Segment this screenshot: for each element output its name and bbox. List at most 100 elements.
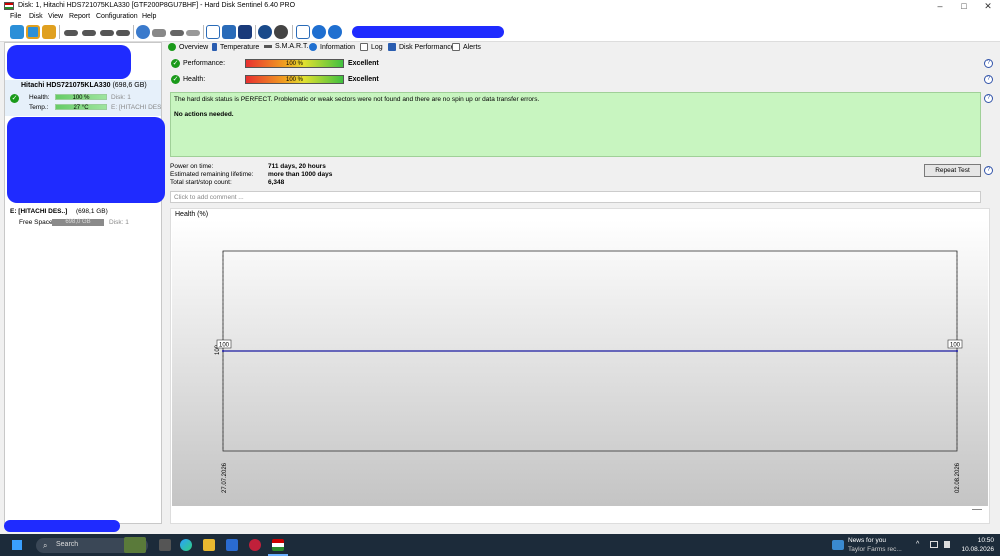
disk-search-icon[interactable] [116,30,130,36]
help-icon[interactable]: ? [984,94,993,103]
x-tick-start: 27.07.2026 [222,462,228,493]
menu-file[interactable]: File [10,13,21,20]
tray-chevron-icon[interactable]: ^ [916,541,919,548]
free-space-value: 698,0 GB [65,219,91,225]
menu-disk[interactable]: Disk [29,13,43,20]
start-value-box: 100 [216,339,232,349]
horizontal-scrollbar[interactable] [166,524,996,532]
globe-icon[interactable] [136,25,150,39]
chart-icon [388,43,396,51]
ok-check-icon: ✓ [171,75,180,84]
help-icon[interactable] [312,25,326,39]
volume-item[interactable]: E: [HITACHI DES..] (698,1 GB) Free Space… [5,207,161,229]
task-view-icon[interactable] [159,539,171,551]
temp-bar: 27 °C [55,104,107,111]
action-text: No actions needed. [174,111,234,118]
news-image-icon[interactable] [124,537,146,553]
clock-date[interactable]: 10.08.2026 [958,546,994,553]
disk-repair-icon[interactable] [100,30,114,36]
send-report-icon[interactable] [238,25,252,39]
drive-icon[interactable] [170,30,184,36]
power-on-label: Power on time: [170,163,214,170]
alert-icon [452,43,460,51]
opera-icon[interactable] [249,539,261,551]
store-icon[interactable] [226,539,238,551]
health-point-0 [222,350,224,352]
chart-title: Health (%) [175,211,209,218]
redacted-area [7,117,165,203]
close-button[interactable]: ✕ [976,0,1000,12]
volume-size: (698,1 GB) [76,208,108,215]
edge-browser-icon[interactable] [180,539,192,551]
taskbar: ⌕ Search News for you Taylor Farms rec..… [0,534,1000,556]
menu-configuration[interactable]: Configuration [96,13,138,20]
tab-temperature[interactable]: Temperature [212,43,259,51]
chart-resize-handle[interactable] [972,509,982,510]
menu-view[interactable]: View [48,13,63,20]
tab-smart[interactable]: S.M.A.R.T. [264,43,308,50]
health-value: 100 % [72,95,90,101]
tab-log[interactable]: Log [360,43,383,51]
display-icon[interactable] [930,541,938,548]
help-icon[interactable]: ? [984,59,993,68]
hard-disk-sentinel-icon[interactable] [272,539,284,551]
refresh-icon[interactable] [10,25,24,39]
options-icon[interactable] [274,25,288,39]
comment-placeholder: Click to add comment ... [174,194,244,201]
windows-start-icon[interactable] [12,540,22,550]
chart-area: 100 100 100 27.07.2026 02.08.2026 [172,220,988,506]
settings-icon[interactable] [42,25,56,39]
file-explorer-icon[interactable] [203,539,215,551]
weather-widget-icon[interactable] [832,540,844,550]
gear-icon[interactable] [258,25,272,39]
tab-overview[interactable]: Overview [168,43,208,51]
health-bar: 100 % [55,94,107,101]
hardware-icon[interactable] [186,30,200,36]
clock-time[interactable]: 10:50 [958,537,994,544]
menu-help[interactable]: Help [142,13,156,20]
info-icon [309,43,317,51]
help-icon[interactable]: ? [984,75,993,84]
redacted-area [7,45,131,79]
refresh-all-icon[interactable] [26,25,40,39]
startstop-label: Total start/stop count: [170,179,232,186]
search-icon: ⌕ [43,541,48,550]
health-chart: 100 100 100 27.07.2026 02.08.2026 [215,250,963,493]
performance-bar: 100 % [245,59,344,68]
toolbar [0,22,1000,42]
news-title[interactable]: News for you [848,537,886,544]
screenshot-icon[interactable] [296,25,310,39]
tab-information[interactable]: Information [309,43,355,51]
repeat-test-button[interactable]: Repeat Test [924,164,981,177]
disk-test-icon[interactable] [82,30,96,36]
start-value-label: 100 [219,343,230,349]
volume-icon[interactable] [944,541,950,548]
tab-alerts[interactable]: Alerts [452,43,481,51]
document-icon [360,43,368,51]
health-label: Health: [183,76,206,83]
lifetime-value: more than 1000 days [268,171,333,178]
report-icon[interactable] [206,25,220,39]
disk-icon[interactable] [64,30,78,36]
health-rating: Excellent [348,76,379,83]
volume-name: E: [HITACHI DES..] [10,208,68,215]
news-subtitle[interactable]: Taylor Farms rec... [848,546,902,553]
health-bar: 100 % [245,75,344,84]
info-icon[interactable] [328,25,342,39]
performance-rating: Excellent [348,60,379,67]
redacted-area [352,26,504,38]
mail-icon[interactable] [222,25,236,39]
menu-report[interactable]: Report [69,13,90,20]
performance-label: Performance: [183,60,226,67]
comment-field[interactable]: Click to add comment ... [170,191,981,203]
eject-icon[interactable] [152,29,166,37]
tab-disk-performance[interactable]: Disk Performance [388,43,455,51]
disk-ref: Disk: 1 [111,94,131,101]
end-value-box: 100 [947,339,963,349]
maximize-button[interactable]: □ [952,0,976,12]
disk-item-selected[interactable]: Hitachi HDS721075KLA330 (698,6 GB) ✓ Hea… [5,80,161,116]
help-icon[interactable]: ? [984,166,993,175]
title-bar: Disk: 1, Hitachi HDS721075KLA330 [GTF200… [0,0,1000,12]
search-placeholder: Search [56,541,79,548]
minimize-button[interactable]: – [928,0,952,12]
